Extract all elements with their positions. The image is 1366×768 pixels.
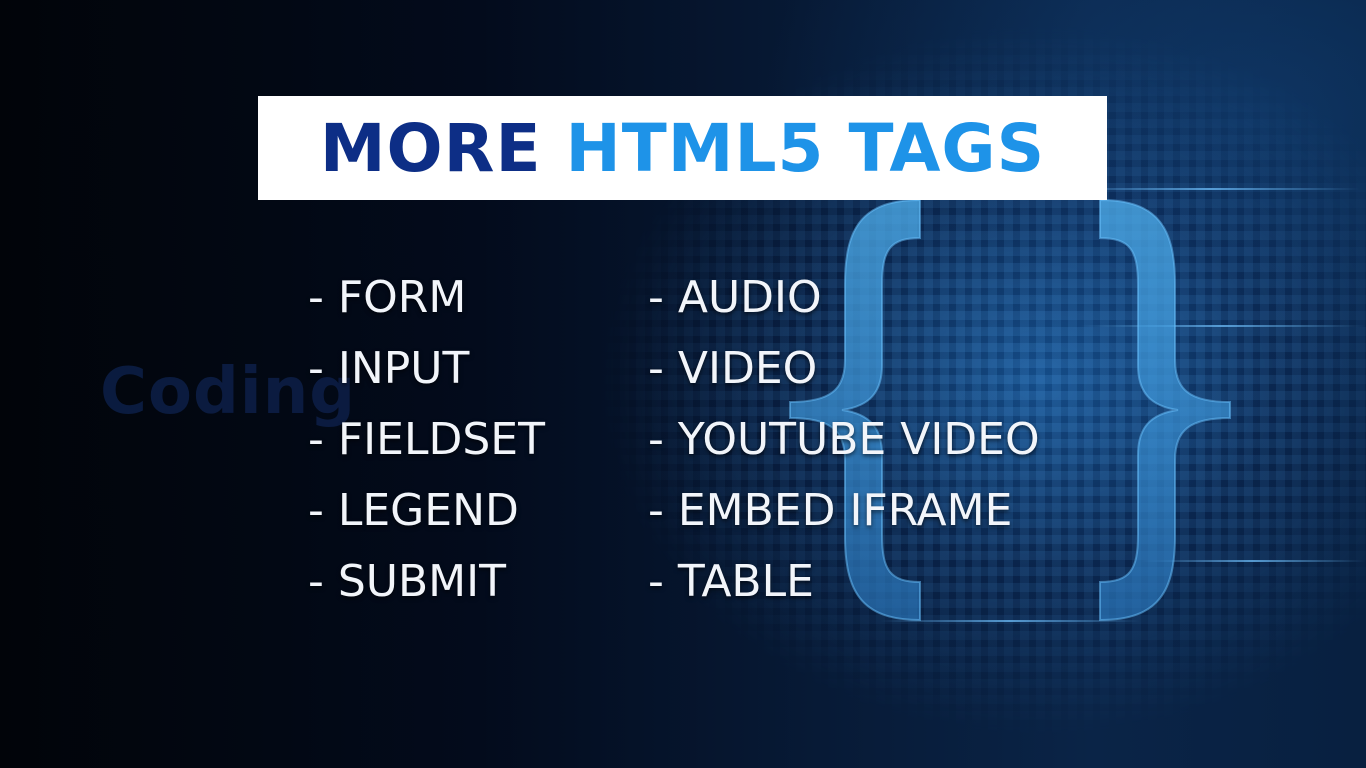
list-item: - AUDIO <box>648 272 822 323</box>
list-item: - YOUTUBE VIDEO <box>648 414 1040 465</box>
list-item: - SUBMIT <box>308 556 506 607</box>
list-item: - LEGEND <box>308 485 519 536</box>
list-item: - FIELDSET <box>308 414 545 465</box>
list-item: - EMBED IFRAME <box>648 485 1013 536</box>
list-item: - FORM <box>308 272 467 323</box>
title-words-html5-tags: HTML5 TAGS <box>565 109 1046 187</box>
title-banner: MORE HTML5 TAGS <box>258 96 1107 200</box>
list-item: - TABLE <box>648 556 814 607</box>
list-item: - VIDEO <box>648 343 818 394</box>
right-tag-list: - AUDIO - VIDEO - YOUTUBE VIDEO - EMBED … <box>648 270 1040 625</box>
slide-title: MORE HTML5 TAGS <box>320 110 1045 187</box>
title-word-more: MORE <box>319 109 542 187</box>
list-item: - INPUT <box>308 343 470 394</box>
left-tag-list: - FORM - INPUT - FIELDSET - LEGEND - SUB… <box>308 270 545 625</box>
slide-canvas: Coding MORE HTML5 TAGS - FORM - INPUT - … <box>0 0 1366 768</box>
